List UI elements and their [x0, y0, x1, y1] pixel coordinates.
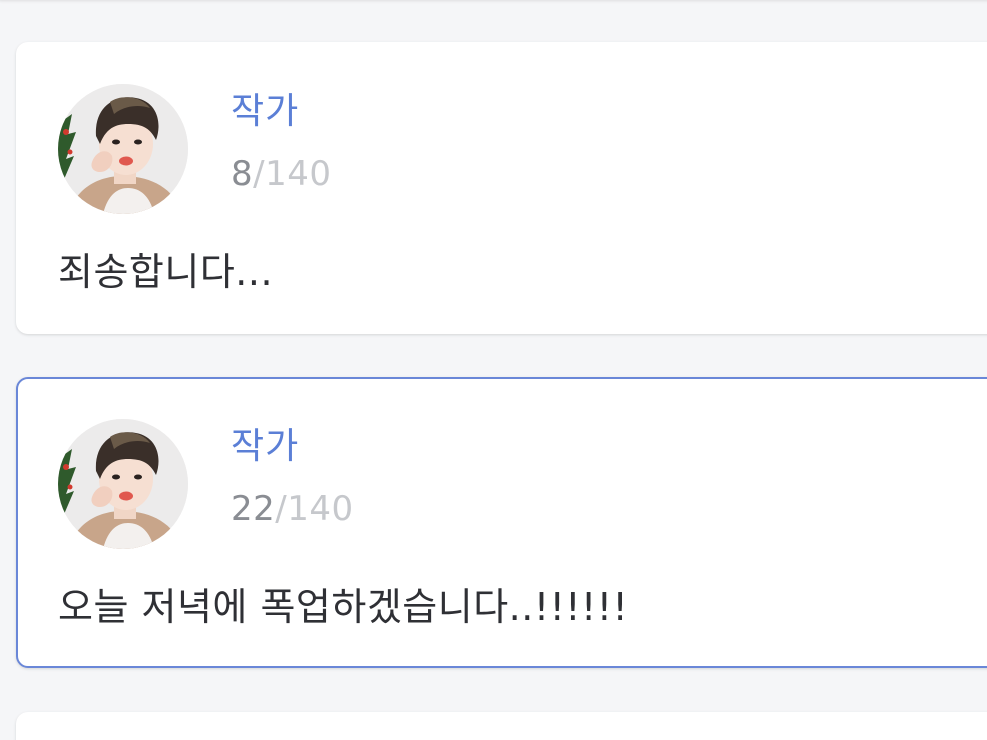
counter-separator: / [253, 154, 266, 194]
counter-max: 140 [287, 489, 354, 529]
user-photo-icon[interactable] [58, 84, 188, 214]
comment-text: 죄송합니다... [58, 250, 274, 294]
counter-current: 22 [231, 489, 276, 529]
comment-card-selected[interactable]: 작가 22/140 오늘 저녁에 폭업하겠습니다..!!!!!! [16, 377, 987, 668]
comment-feed: 작가 8/140 죄송합니다... 작가 22/140 오늘 저녁에 폭업하겠습… [0, 0, 987, 740]
character-counter: 22/140 [231, 489, 354, 529]
counter-separator: / [275, 489, 288, 529]
comment-text: 오늘 저녁에 폭업하겠습니다..!!!!!! [58, 585, 629, 629]
author-name[interactable]: 작가 [231, 82, 299, 134]
counter-max: 140 [265, 154, 332, 194]
author-name[interactable]: 작가 [231, 417, 299, 469]
comment-card[interactable]: 작가 8/140 죄송합니다... [16, 42, 987, 334]
user-photo-icon[interactable] [58, 419, 188, 549]
next-card-edge [16, 712, 987, 740]
character-counter: 8/140 [231, 154, 332, 194]
counter-current: 8 [231, 154, 254, 194]
